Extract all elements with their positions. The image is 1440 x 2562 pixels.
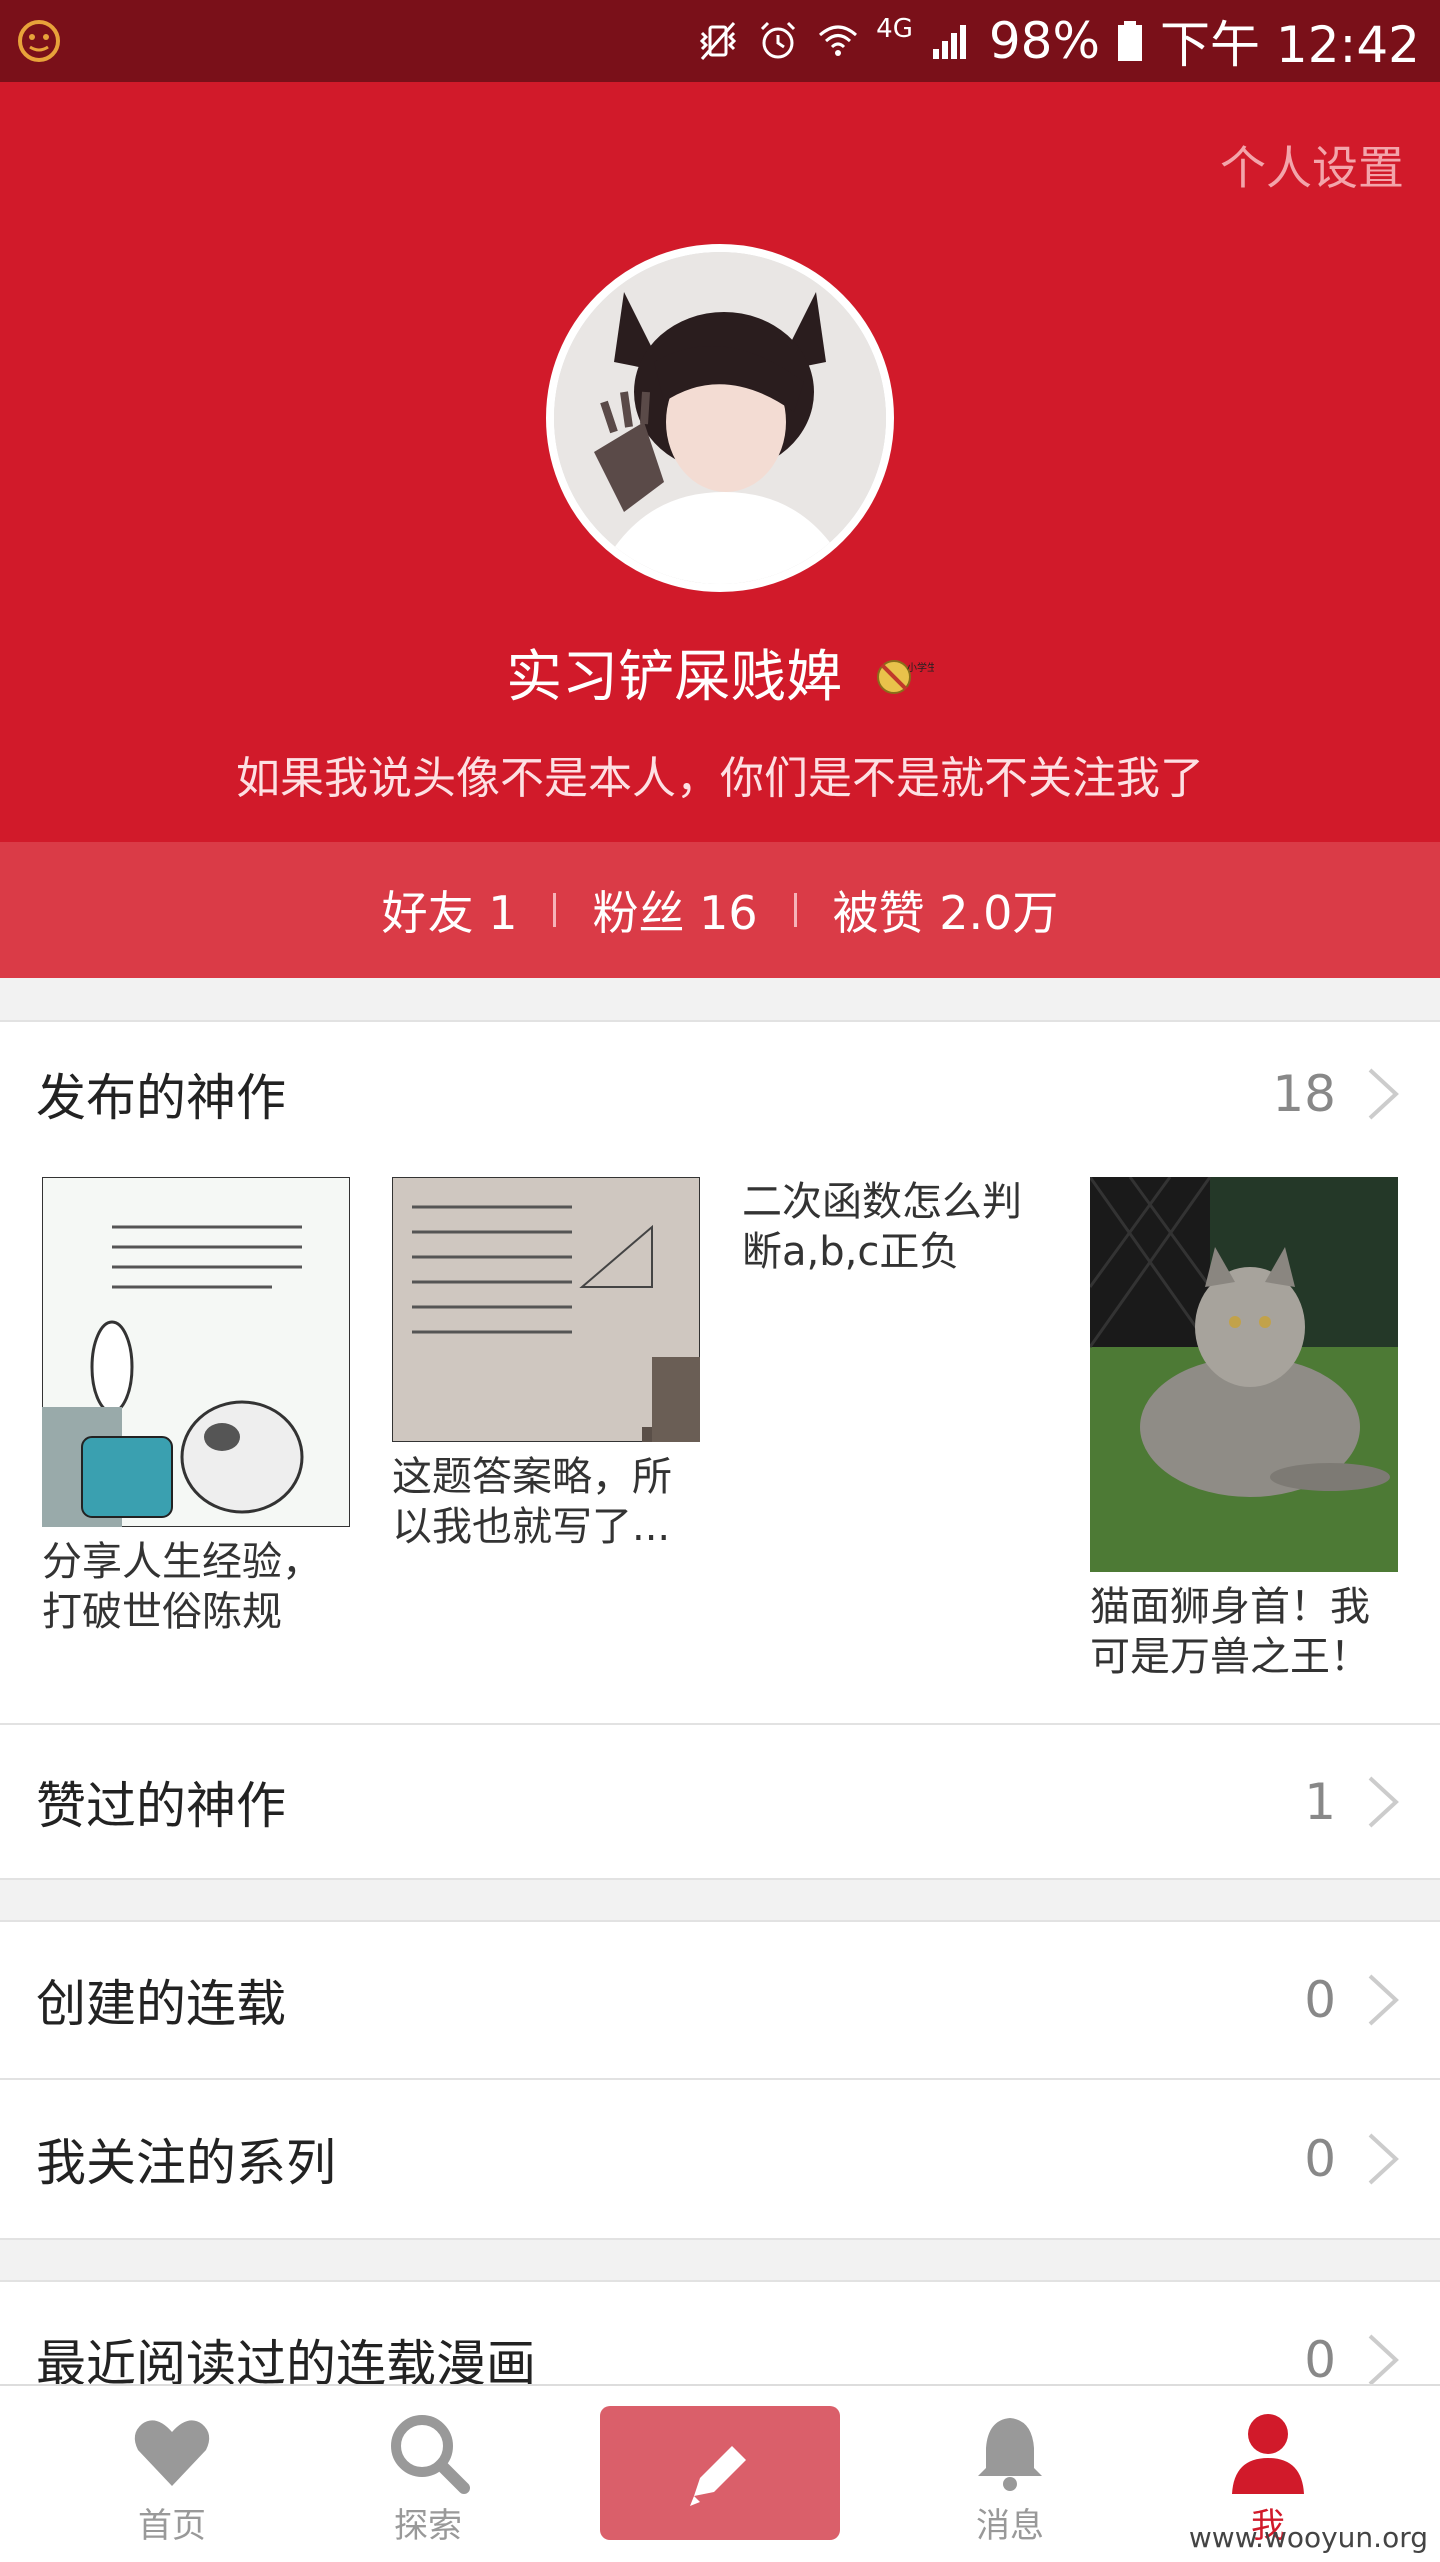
work-item[interactable]: 这题答案略，所以我也就写了... xyxy=(392,1177,700,1552)
status-bar: 4G 98% 下午 12:42 xyxy=(0,0,1440,82)
battery-percent: 98% xyxy=(988,12,1100,70)
work-caption: 二次函数怎么判断a,b,c正负 xyxy=(742,1179,1022,1275)
created-series-count: 0 xyxy=(1304,1971,1336,2029)
level-badge: 小学生 xyxy=(874,648,937,713)
nav-explore-label: 探索 xyxy=(394,2506,462,2546)
chevron-right-icon xyxy=(1368,1974,1399,2026)
liked-works-count: 1 xyxy=(1304,1772,1336,1831)
clock: 下午 12:42 xyxy=(1160,16,1420,74)
level-badge-icon: 小学生 xyxy=(876,660,937,695)
nav-home-label: 首页 xyxy=(138,2506,206,2546)
nav-messages[interactable]: 消息 xyxy=(910,2386,1110,2562)
username: 实习铲屎贱婢 xyxy=(506,645,843,710)
work-caption: 这题答案略，所以我也就写了... xyxy=(392,1454,672,1550)
personal-settings-link[interactable]: 个人设置 xyxy=(1220,132,1404,198)
heart-icon xyxy=(134,2420,210,2486)
work-thumbnail xyxy=(42,1177,350,1527)
bio: 如果我说头像不是本人，你们是不是就不关注我了 xyxy=(236,753,1204,804)
network-type: 4G xyxy=(876,14,913,44)
work-thumbnail xyxy=(1090,1177,1398,1572)
followed-series-label: 我关注的系列 xyxy=(36,2134,336,2192)
published-works-row[interactable]: 发布的神作 18 xyxy=(0,1020,1440,1165)
published-works-count: 18 xyxy=(1272,1064,1336,1123)
chevron-right-icon xyxy=(1368,1068,1399,1119)
bell-icon xyxy=(978,2418,1042,2491)
created-series-label: 创建的连载 xyxy=(36,1975,286,2033)
stats-bar: 好友 1 粉丝 16 被赞 2.0万 xyxy=(0,842,1440,978)
nav-messages-label: 消息 xyxy=(976,2506,1044,2546)
vibrate-icon xyxy=(700,22,737,60)
bottom-nav: 首页 探索 消息 我 www.wooyun.org xyxy=(0,2384,1440,2562)
user-icon xyxy=(1232,2414,1304,2494)
work-item[interactable]: 分享人生经验，打破世俗陈规 xyxy=(42,1177,350,1637)
work-item[interactable]: 二次函数怎么判断a,b,c正负 xyxy=(742,1177,1050,1277)
liked-works-label: 赞过的神作 xyxy=(36,1776,286,1835)
badge-text: 小学生 xyxy=(907,661,934,674)
avatar-image xyxy=(554,252,886,584)
notification-face-icon xyxy=(18,20,60,62)
chevron-right-icon xyxy=(1368,2133,1399,2185)
pencil-icon xyxy=(690,2446,746,2506)
work-caption: 分享人生经验，打破世俗陈规 xyxy=(42,1539,322,1635)
battery-icon xyxy=(1118,21,1142,61)
liked-works-row[interactable]: 赞过的神作 1 xyxy=(0,1725,1440,1880)
work-thumbnail xyxy=(392,1177,700,1442)
followed-series-row[interactable]: 我关注的系列 0 xyxy=(0,2080,1440,2240)
published-works-grid: 分享人生经验，打破世俗陈规 这题答案略，所以我也就写了... 二次函数怎么判断a… xyxy=(0,1165,1440,1725)
work-item[interactable]: 猫面狮身首！我可是万兽之王！ xyxy=(1090,1177,1398,1682)
nav-home[interactable]: 首页 xyxy=(72,2386,272,2562)
friends-stat[interactable]: 好友 1 xyxy=(382,877,518,943)
wifi-icon xyxy=(819,25,858,56)
profile-header: 个人设置 实习铲屎贱婢 小学生 如果我说头像不是本人，你们是不是就不关注我了 xyxy=(0,82,1440,842)
chevron-right-icon xyxy=(1368,2334,1399,2386)
chevron-right-icon xyxy=(1368,1776,1399,1827)
compose-button[interactable] xyxy=(600,2406,840,2540)
likes-stat: 被赞 2.0万 xyxy=(832,886,1059,940)
search-icon xyxy=(391,2415,470,2494)
watermark: www.wooyun.org xyxy=(1188,2521,1428,2554)
followed-series-count: 0 xyxy=(1304,2130,1336,2188)
created-series-row[interactable]: 创建的连载 0 xyxy=(0,1920,1440,2080)
signal-icon xyxy=(932,25,966,59)
username-row: 实习铲屎贱婢 小学生 xyxy=(0,632,1440,713)
avatar[interactable] xyxy=(546,244,894,592)
work-caption: 猫面狮身首！我可是万兽之王！ xyxy=(1090,1584,1370,1680)
nav-explore[interactable]: 探索 xyxy=(328,2386,528,2562)
recently-read-count: 0 xyxy=(1304,2331,1336,2389)
alarm-icon xyxy=(761,21,796,59)
fans-stat[interactable]: 粉丝 16 xyxy=(592,877,757,943)
published-works-label: 发布的神作 xyxy=(36,1068,286,1127)
divider xyxy=(793,893,797,927)
divider xyxy=(553,893,557,927)
